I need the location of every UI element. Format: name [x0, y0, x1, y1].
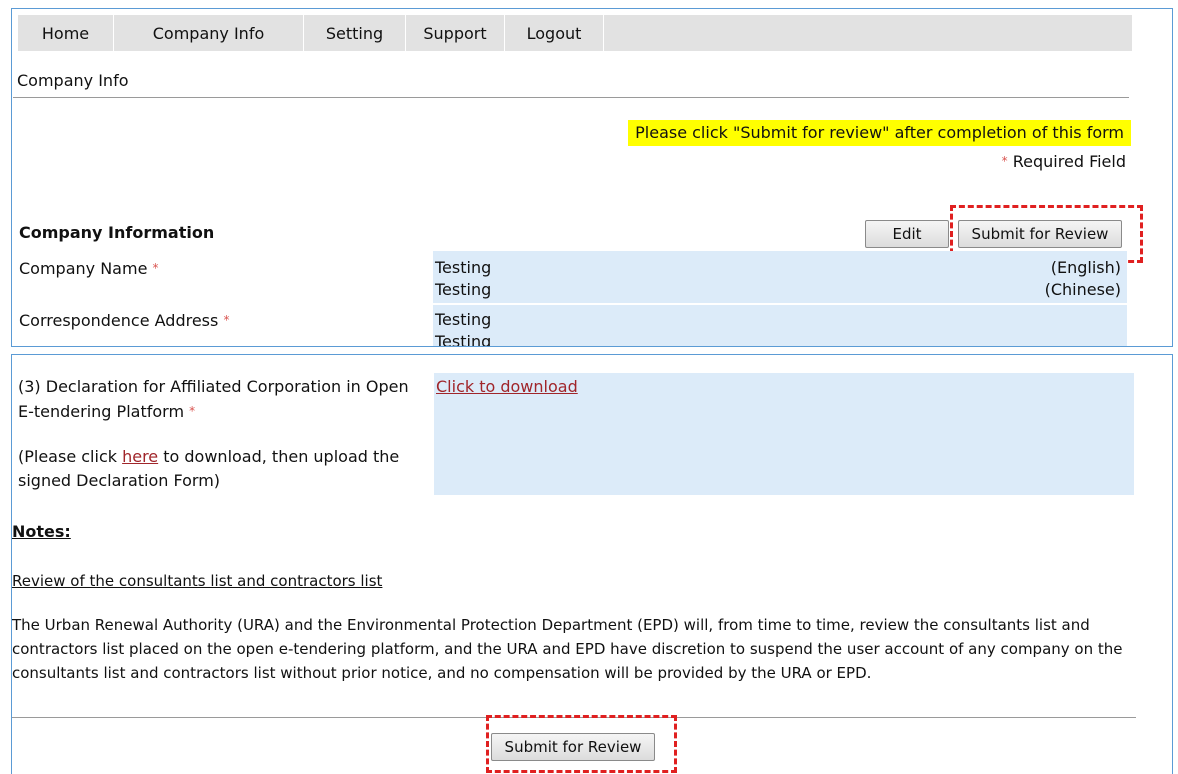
here-download-link[interactable]: here	[122, 447, 158, 466]
required-star-icon: *	[152, 261, 159, 275]
company-name-value: Testing (English) Testing (Chinese)	[433, 251, 1127, 303]
submit-reminder-banner: Please click "Submit for review" after c…	[628, 120, 1131, 146]
declaration-label: (3) Declaration for Affiliated Corporati…	[18, 377, 409, 421]
required-star-icon: *	[223, 313, 230, 327]
nav-logout[interactable]: Logout	[505, 15, 604, 51]
company-name-english: Testing	[435, 258, 492, 277]
notes-subheading: Review of the consultants list and contr…	[12, 572, 383, 590]
declaration-panel: (3) Declaration for Affiliated Corporati…	[11, 354, 1173, 774]
nav-filler	[604, 15, 1132, 51]
nav-setting[interactable]: Setting	[304, 15, 406, 51]
declaration-value-box: Click to download	[434, 373, 1134, 495]
english-tag: (English)	[1050, 258, 1121, 277]
notes-heading: Notes:	[12, 522, 71, 541]
company-info-panel: Home Company Info Setting Support Logout…	[11, 8, 1173, 347]
notes-body: The Urban Renewal Authority (URA) and th…	[12, 616, 1123, 682]
nav-support[interactable]: Support	[406, 15, 505, 51]
highlight-box-bottom	[486, 715, 677, 773]
required-star-icon: *	[189, 404, 196, 418]
company-name-chinese: Testing	[435, 280, 492, 299]
nav-home[interactable]: Home	[18, 15, 114, 51]
edit-button[interactable]: Edit	[865, 220, 949, 248]
required-star-icon: *	[1001, 154, 1008, 168]
address-line-1: Testing	[435, 310, 492, 329]
correspondence-address-label: Correspondence Address *	[19, 311, 230, 330]
declaration-instruction: (Please click here to download, then upl…	[18, 447, 400, 490]
company-information-heading: Company Information	[19, 223, 215, 242]
title-divider	[13, 97, 1129, 98]
correspondence-address-value: Testing Testing	[433, 305, 1127, 347]
click-to-download-link[interactable]: Click to download	[436, 377, 578, 396]
page-title: Company Info	[17, 71, 129, 90]
nav-company-info[interactable]: Company Info	[114, 15, 304, 51]
address-line-2: Testing	[435, 332, 492, 347]
required-field-legend: * Required Field	[1002, 152, 1126, 171]
top-nav-bar: Home Company Info Setting Support Logout	[18, 15, 1132, 51]
company-name-label: Company Name *	[19, 259, 159, 278]
chinese-tag: (Chinese)	[1044, 280, 1121, 299]
required-field-text: Required Field	[1012, 152, 1126, 171]
